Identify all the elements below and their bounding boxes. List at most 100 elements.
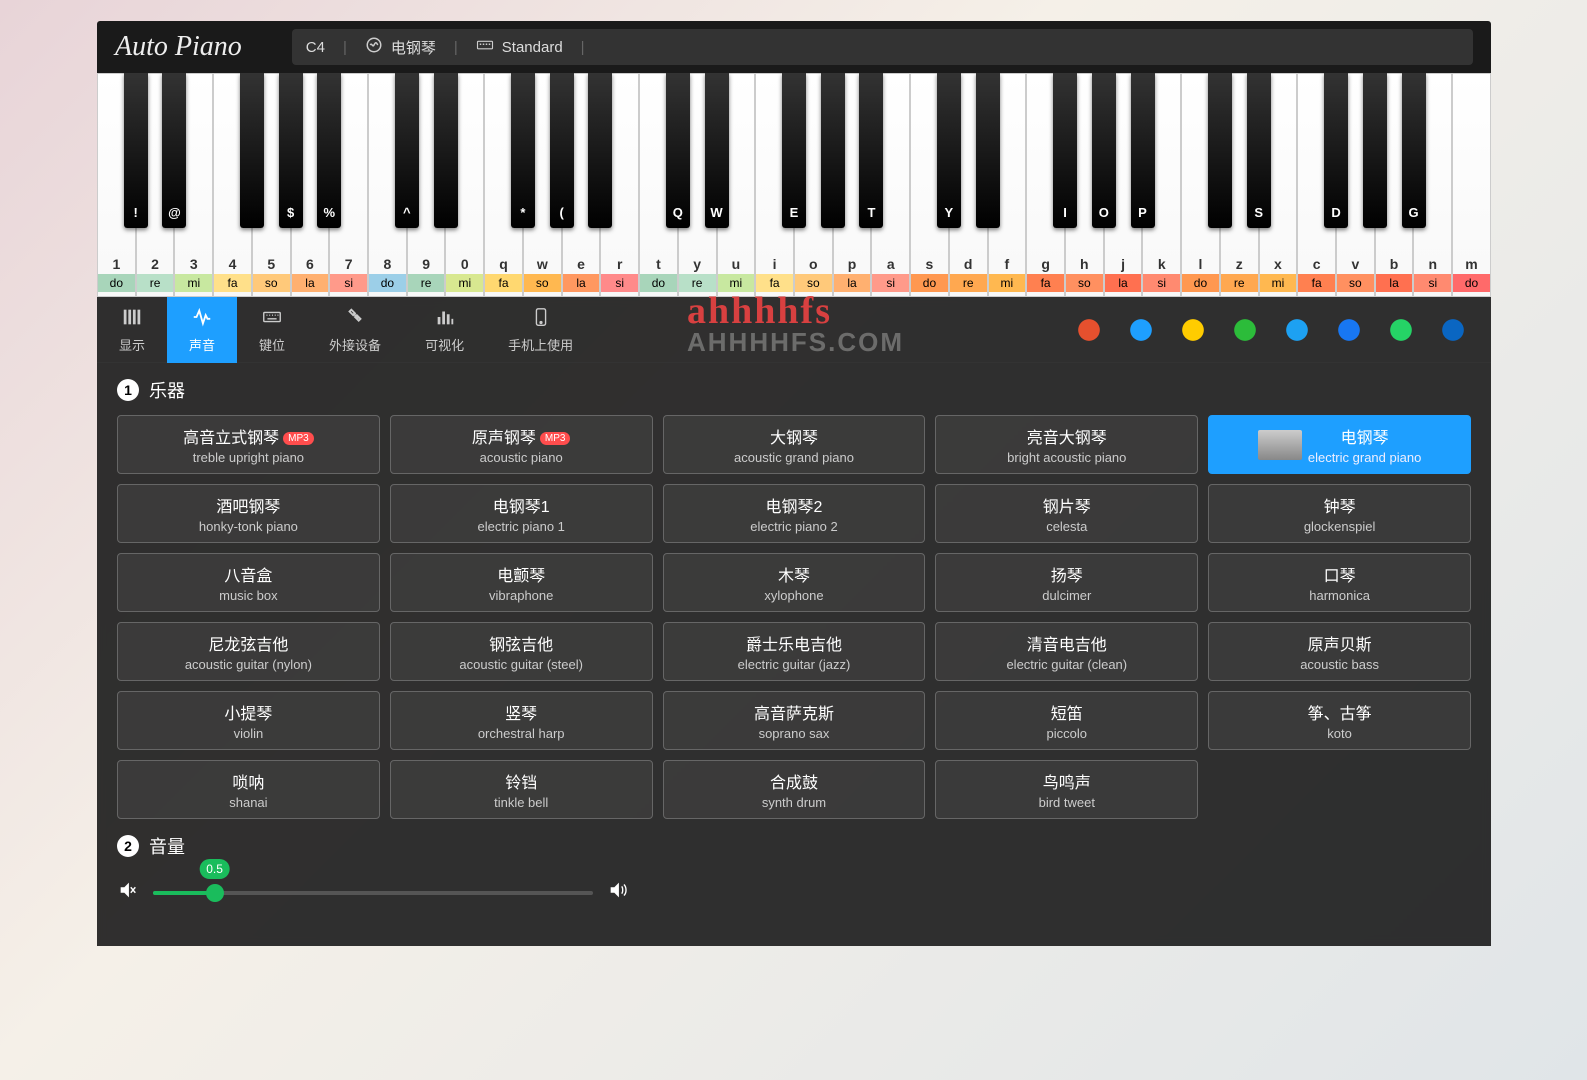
instrument-thumbnail xyxy=(1258,430,1302,460)
black-key[interactable]: S xyxy=(1247,73,1271,228)
black-key[interactable]: O xyxy=(1092,73,1116,228)
instrument-name-cn: 原声钢琴MP3 xyxy=(472,424,571,448)
instrument-option[interactable]: 电钢琴1electric piano 1 xyxy=(390,484,653,543)
instrument-option[interactable]: 原声钢琴MP3acoustic piano xyxy=(390,415,653,474)
instrument-name-cn: 钢弦吉他 xyxy=(459,631,583,655)
key-note: si xyxy=(872,274,909,292)
qq-icon[interactable] xyxy=(1127,316,1155,344)
black-key[interactable]: * xyxy=(511,73,535,228)
weibo-icon[interactable] xyxy=(1075,316,1103,344)
black-key[interactable]: Q xyxy=(666,73,690,228)
instrument-name-en: bird tweet xyxy=(1039,795,1095,810)
instrument-option[interactable]: 小提琴violin xyxy=(117,691,380,750)
instrument-option[interactable]: 铃铛tinkle bell xyxy=(390,760,653,819)
black-key[interactable]: E xyxy=(782,73,806,228)
black-key[interactable]: $ xyxy=(279,73,303,228)
wave-icon xyxy=(365,36,383,58)
instrument-option[interactable]: 钢片琴celesta xyxy=(935,484,1198,543)
instrument-option[interactable]: 大钢琴acoustic grand piano xyxy=(663,415,926,474)
instrument-name-en: electric piano 2 xyxy=(750,519,837,534)
instrument-option[interactable]: 短笛piccolo xyxy=(935,691,1198,750)
black-key[interactable] xyxy=(434,73,458,228)
instrument-option[interactable]: 竖琴orchestral harp xyxy=(390,691,653,750)
section-number: 2 xyxy=(117,835,139,857)
star-icon[interactable] xyxy=(1179,316,1207,344)
white-key[interactable]: mdo xyxy=(1452,73,1491,297)
instrument-option[interactable]: 电钢琴electric grand piano xyxy=(1208,415,1471,474)
key-label: 5 xyxy=(267,256,275,272)
instrument-name-cn: 口琴 xyxy=(1309,562,1370,586)
instrument-option[interactable]: 高音立式钢琴MP3treble upright piano xyxy=(117,415,380,474)
black-key[interactable]: ! xyxy=(124,73,148,228)
volume-thumb[interactable] xyxy=(206,884,224,902)
black-key[interactable] xyxy=(240,73,264,228)
black-key[interactable]: Y xyxy=(937,73,961,228)
tab-ext[interactable]: 外接设备 xyxy=(307,297,403,363)
instrument-selector[interactable]: 电钢琴 xyxy=(365,36,436,58)
instrument-option[interactable]: 清音电吉他electric guitar (clean) xyxy=(935,622,1198,681)
instrument-option[interactable]: 木琴xylophone xyxy=(663,553,926,612)
black-key[interactable] xyxy=(1208,73,1232,228)
tab-keys[interactable]: 键位 xyxy=(237,297,307,363)
black-key[interactable]: I xyxy=(1053,73,1077,228)
instrument-option[interactable]: 原声贝斯 acoustic bass xyxy=(1208,622,1471,681)
key-label: O xyxy=(1099,205,1109,220)
black-key[interactable]: ^ xyxy=(395,73,419,228)
key-note: do xyxy=(369,274,406,292)
instrument-name-cn: 大钢琴 xyxy=(734,424,854,448)
instrument-option[interactable]: 钢弦吉他 acoustic guitar (steel) xyxy=(390,622,653,681)
instrument-option[interactable]: 扬琴dulcimer xyxy=(935,553,1198,612)
key-note: re xyxy=(950,274,987,292)
instrument-option[interactable]: 八音盒music box xyxy=(117,553,380,612)
black-key[interactable] xyxy=(1363,73,1387,228)
black-key[interactable] xyxy=(821,73,845,228)
mode-selector[interactable]: Standard xyxy=(476,36,563,58)
sound-icon xyxy=(191,306,213,331)
instrument-name-cn: 小提琴 xyxy=(224,700,272,724)
black-key[interactable]: @ xyxy=(162,73,186,228)
black-key[interactable]: % xyxy=(317,73,341,228)
instrument-option[interactable]: 爵士乐电吉他electric guitar (jazz) xyxy=(663,622,926,681)
instrument-option[interactable]: 口琴harmonica xyxy=(1208,553,1471,612)
black-key[interactable]: D xyxy=(1324,73,1348,228)
twitter-icon[interactable] xyxy=(1283,316,1311,344)
instrument-name-cn: 原声贝斯 xyxy=(1300,631,1379,655)
instrument-option[interactable]: 亮音大钢琴bright acoustic piano xyxy=(935,415,1198,474)
key-label: r xyxy=(617,256,622,272)
instrument-option[interactable]: 筝、古筝koto xyxy=(1208,691,1471,750)
instrument-option[interactable]: 钟琴glockenspiel xyxy=(1208,484,1471,543)
instrument-option[interactable]: 电颤琴vibraphone xyxy=(390,553,653,612)
volume-max-icon[interactable] xyxy=(607,879,629,906)
tab-viz[interactable]: 可视化 xyxy=(403,297,486,363)
black-key[interactable] xyxy=(588,73,612,228)
instrument-option[interactable]: 合成鼓synth drum xyxy=(663,760,926,819)
instrument-name-en: electric grand piano xyxy=(1308,450,1421,465)
black-key[interactable]: P xyxy=(1131,73,1155,228)
instrument-option[interactable]: 电钢琴2electric piano 2 xyxy=(663,484,926,543)
wechat-icon[interactable] xyxy=(1231,316,1259,344)
whatsapp-icon[interactable] xyxy=(1387,316,1415,344)
key-note: re xyxy=(408,274,445,292)
instrument-option[interactable]: 尼龙弦吉他acoustic guitar (nylon) xyxy=(117,622,380,681)
instrument-option[interactable]: 鸟鸣声bird tweet xyxy=(935,760,1198,819)
black-key[interactable] xyxy=(976,73,1000,228)
key-note: so xyxy=(795,274,832,292)
key-note: so xyxy=(1337,274,1374,292)
tab-label: 显示 xyxy=(119,335,145,354)
black-key[interactable]: T xyxy=(859,73,883,228)
tab-sound[interactable]: 声音 xyxy=(167,297,237,363)
instrument-option[interactable]: 酒吧钢琴honky-tonk piano xyxy=(117,484,380,543)
tab-mobile[interactable]: 手机上使用 xyxy=(486,297,595,363)
tab-display[interactable]: 显示 xyxy=(97,297,167,363)
volume-min-icon[interactable] xyxy=(117,879,139,906)
instrument-name-en: acoustic bass xyxy=(1300,657,1379,672)
instrument-option[interactable]: 高音萨克斯soprano sax xyxy=(663,691,926,750)
instrument-name-en: acoustic guitar (steel) xyxy=(459,657,583,672)
instrument-option[interactable]: 唢呐shanai xyxy=(117,760,380,819)
black-key[interactable]: ( xyxy=(550,73,574,228)
facebook-icon[interactable] xyxy=(1335,316,1363,344)
linkedin-icon[interactable] xyxy=(1439,316,1467,344)
black-key[interactable]: G xyxy=(1402,73,1426,228)
volume-slider[interactable]: 0.5 xyxy=(153,891,593,895)
black-key[interactable]: W xyxy=(705,73,729,228)
